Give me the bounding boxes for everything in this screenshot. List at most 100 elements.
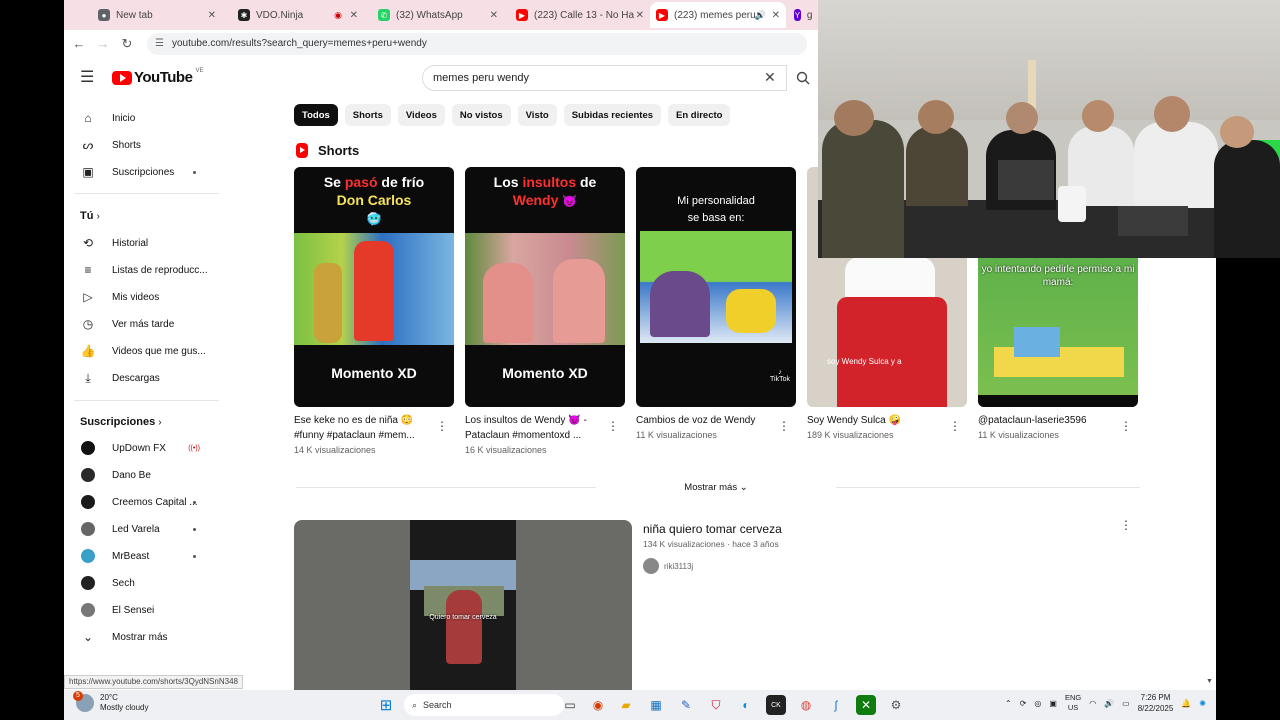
tab-calle-13[interactable]: ▶ (223) Calle 13 - No Hay N ✕: [510, 2, 650, 28]
sidebar-item-shorts[interactable]: ᔕ Shorts: [64, 132, 214, 158]
sidebar-item-playlists[interactable]: ≡ Listas de reproducc...: [64, 257, 214, 283]
clock[interactable]: 7:26 PM 8/22/2025: [1138, 692, 1174, 714]
video-channel[interactable]: riki3113j: [643, 558, 693, 574]
close-icon[interactable]: ✕: [208, 10, 216, 21]
streamlabs-icon[interactable]: ʃ: [826, 695, 846, 715]
sidebar-item-descargas[interactable]: ⤓ Descargas: [64, 365, 214, 391]
short-card[interactable]: Mi personalidad se basa en: ♪ TikTok Cambi…: [636, 167, 796, 440]
network-tray-icon[interactable]: ◎: [1034, 699, 1041, 708]
site-info-icon[interactable]: ☰: [155, 38, 164, 49]
search-button[interactable]: [788, 65, 818, 91]
chip-videos[interactable]: Videos: [397, 104, 445, 126]
video-thumbnail[interactable]: Quiero tomar cerveza: [294, 520, 632, 690]
search-input[interactable]: memes peru wendy: [422, 65, 787, 91]
close-icon[interactable]: ✕: [350, 10, 358, 21]
tab-new-tab[interactable]: ● New tab ✕: [92, 2, 222, 28]
hamburger-menu-icon[interactable]: ☰: [80, 67, 94, 87]
sidebar-channel-dano-be[interactable]: Dano Be: [64, 462, 214, 488]
sidebar-channel-el-sensei[interactable]: El Sensei: [64, 597, 214, 623]
more-options-icon[interactable]: ⋮: [778, 419, 790, 433]
forward-icon[interactable]: →: [91, 36, 115, 51]
more-options-icon[interactable]: ⋮: [607, 419, 619, 433]
sidebar-item-inicio[interactable]: ⌂ Inicio: [64, 105, 214, 131]
sidebar-item-historial[interactable]: ⟲ Historial: [64, 230, 214, 256]
scroll-down-arrow-icon[interactable]: ▼: [1206, 678, 1213, 685]
windows-start-icon[interactable]: ⊞: [376, 695, 396, 715]
volume-icon[interactable]: 🔊: [1104, 699, 1114, 708]
back-icon[interactable]: ←: [67, 36, 91, 51]
sidebar-channel-led-varela[interactable]: Led Varela: [64, 516, 214, 542]
sidebar-show-more[interactable]: ⌄ Mostrar más: [64, 624, 214, 650]
youtube-logo[interactable]: YouTube VE: [112, 68, 203, 86]
sidebar-item-mis-videos[interactable]: ▷ Mis videos: [64, 284, 214, 310]
edge-icon[interactable]: ◐: [736, 695, 756, 715]
new-content-dot: [193, 554, 196, 558]
reload-icon[interactable]: ↻: [115, 36, 139, 52]
chevron-up-icon[interactable]: ⌃: [1005, 699, 1012, 708]
file-explorer-icon[interactable]: ▰: [616, 695, 636, 715]
sidebar-item-liked-videos[interactable]: 👍 Videos que me gus...: [64, 338, 214, 364]
more-options-icon[interactable]: ⋮: [949, 419, 961, 433]
tab-yahoo[interactable]: Y gc: [788, 2, 819, 28]
battery-icon[interactable]: ▭: [1122, 699, 1130, 708]
taskbar-search[interactable]: ⌕ Search: [404, 694, 564, 716]
wifi-icon[interactable]: ◠: [1089, 699, 1096, 708]
sidebar-channel-sech[interactable]: Sech: [64, 570, 214, 596]
close-icon[interactable]: ✕: [772, 10, 780, 21]
short-thumbnail[interactable]: Los insultos de Wendy 😈 Momento XD: [465, 167, 625, 407]
capcut-icon[interactable]: CK: [766, 695, 786, 715]
language-indicator[interactable]: ENG US: [1065, 693, 1081, 713]
tab-vdo-ninja[interactable]: ✱ VDO.Ninja ◉ ✕: [232, 2, 364, 28]
short-thumbnail[interactable]: Mi personalidad se basa en: ♪ TikTok: [636, 167, 796, 407]
sync-icon[interactable]: ⟳: [1020, 699, 1027, 708]
sidebar-item-ver-mas-tarde[interactable]: ◷ Ver más tarde: [64, 311, 214, 337]
chip-visto[interactable]: Visto: [517, 104, 557, 126]
store-icon[interactable]: ▦: [646, 695, 666, 715]
xbox-icon[interactable]: ✕: [856, 695, 876, 715]
chip-subidas-recientes[interactable]: Subidas recientes: [563, 104, 662, 126]
tray-app-icon[interactable]: ▣: [1049, 699, 1057, 708]
more-options-icon[interactable]: ⋮: [436, 419, 448, 433]
sidebar-channel-creemos-capital[interactable]: Creemos Capital ...: [64, 489, 214, 515]
chip-todos[interactable]: Todos: [294, 104, 338, 126]
close-icon[interactable]: ✕: [490, 10, 498, 21]
chip-shorts[interactable]: Shorts: [344, 104, 391, 126]
more-options-icon[interactable]: ⋮: [1120, 518, 1132, 532]
chip-en-directo[interactable]: En directo: [668, 104, 731, 126]
chrome-canary-icon[interactable]: ◉: [588, 695, 608, 715]
avatar: [643, 558, 659, 574]
close-icon[interactable]: ✕: [636, 10, 644, 21]
short-thumbnail[interactable]: Se pasó de frío Don Carlos 🥶 Momento XD: [294, 167, 454, 407]
short-card[interactable]: Los insultos de Wendy 😈 Momento XD Los in…: [465, 167, 625, 455]
video-title[interactable]: niña quiero tomar cerveza: [643, 522, 782, 536]
clear-search-icon[interactable]: ✕: [764, 69, 776, 86]
tab-memes-peru[interactable]: ▶ (223) memes peru we 🔊 ✕: [650, 2, 786, 28]
copilot-icon[interactable]: ✺: [1199, 699, 1206, 708]
weather-widget[interactable]: 5 20°C Mostly cloudy: [73, 691, 148, 713]
mcafee-icon[interactable]: ⛉: [706, 695, 726, 715]
chip-no-vistos[interactable]: No vistos: [451, 104, 511, 126]
chevron-down-icon: ⌄: [739, 481, 748, 493]
address-bar[interactable]: ☰ youtube.com/results?search_query=memes…: [147, 32, 807, 55]
subscriptions-icon: ▣: [82, 165, 94, 179]
thumbs-up-icon: 👍: [80, 344, 96, 358]
more-options-icon[interactable]: ⋮: [1120, 419, 1132, 433]
avatar: [81, 603, 95, 617]
sidebar-channel-updown-fx[interactable]: UpDown FX ((•)): [64, 435, 214, 461]
pen-app-icon[interactable]: ✎: [676, 695, 696, 715]
sidebar-channel-mrbeast[interactable]: MrBeast: [64, 543, 214, 569]
whatsapp-icon: ✆: [378, 9, 390, 21]
speaker-icon[interactable]: 🔊: [755, 10, 766, 21]
chevron-down-icon: ⌄: [82, 630, 94, 644]
my-videos-icon: ▷: [83, 290, 93, 304]
sidebar-heading-you[interactable]: Tú ›: [80, 210, 100, 222]
chrome-icon[interactable]: ◍: [796, 695, 816, 715]
sidebar-item-suscripciones[interactable]: ▣ Suscripciones: [64, 159, 214, 185]
notification-bell-icon[interactable]: 🔔: [1181, 699, 1191, 708]
short-card[interactable]: Se pasó de frío Don Carlos 🥶 Momento XD Es…: [294, 167, 454, 455]
sidebar-heading-subscriptions[interactable]: Suscripciones ›: [80, 416, 162, 428]
show-more-button[interactable]: Mostrar más ⌄: [596, 476, 836, 498]
tab-whatsapp[interactable]: ✆ (32) WhatsApp ✕: [372, 2, 504, 28]
settings-gear-icon[interactable]: ⚙: [886, 695, 906, 715]
task-view-icon[interactable]: ▭: [560, 695, 580, 715]
